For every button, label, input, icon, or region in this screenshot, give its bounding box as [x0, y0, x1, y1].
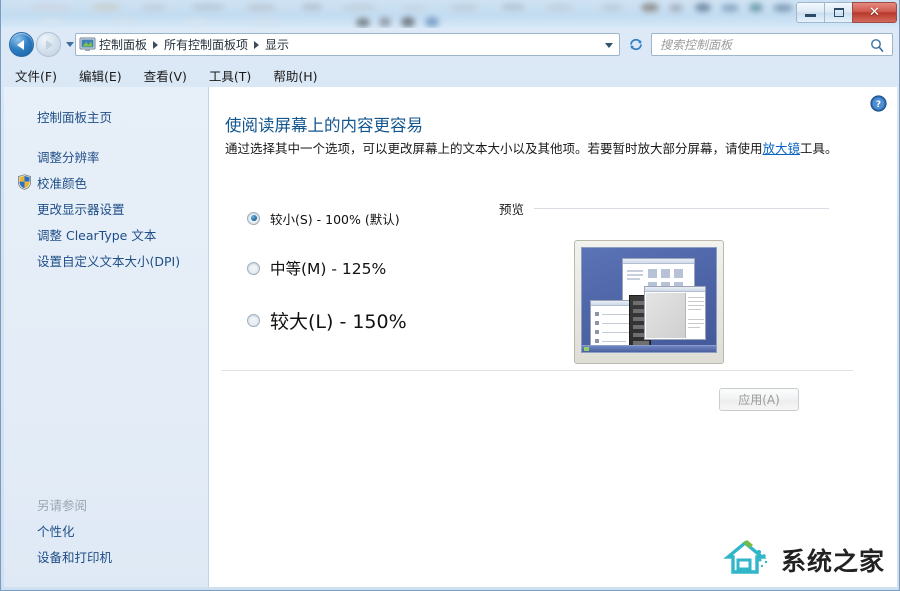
- history-dropdown-icon[interactable]: [66, 42, 74, 47]
- sidebar-see-also: 另请参阅 个性化 设备和打印机: [4, 491, 208, 569]
- search-input[interactable]: 搜索控制面板: [660, 36, 732, 53]
- breadcrumb-item-1[interactable]: 所有控制面板项: [164, 36, 248, 53]
- maximize-icon: [833, 8, 844, 17]
- minimize-icon: [805, 14, 816, 17]
- menu-view[interactable]: 查看(V): [144, 66, 187, 85]
- menu-bar: 文件(F) 编辑(E) 查看(V) 工具(T) 帮助(H): [1, 63, 899, 87]
- sidebar-item-label: 个性化: [37, 523, 75, 539]
- menu-help[interactable]: 帮助(H): [273, 66, 317, 85]
- sidebar: 控制面板主页 调整分辨率 校准颜色 更改显示器设置 调整 ClearType 文…: [4, 87, 209, 587]
- breadcrumb-bar[interactable]: 控制面板 所有控制面板项 显示: [75, 33, 620, 56]
- scaling-option-label: 较小(S) - 100% (默认): [270, 211, 400, 227]
- sidebar-item-home[interactable]: 控制面板主页: [4, 103, 208, 129]
- maximize-button[interactable]: [824, 2, 853, 23]
- sidebar-item-label: 设备和打印机: [37, 549, 113, 565]
- sidebar-top-links: 控制面板主页 调整分辨率 校准颜色 更改显示器设置 调整 ClearType 文…: [4, 87, 208, 273]
- description-text-part2: 工具。: [800, 141, 838, 156]
- preview-monitor: [574, 240, 724, 364]
- scaling-option-label: 中等(M) - 125%: [270, 260, 387, 278]
- sidebar-item-label: 更改显示器设置: [37, 201, 125, 217]
- control-panel-window: ✕ 控制面板 所有控制面板项 显示 搜索控制面板 文件(F) 编辑(E) 查看(…: [0, 0, 900, 591]
- sidebar-item-adjust-cleartype[interactable]: 调整 ClearType 文本: [4, 221, 208, 247]
- preview-start-icon: [584, 347, 589, 351]
- preview-document-body: [646, 293, 686, 338]
- watermark: 系统之家: [723, 538, 885, 582]
- uac-shield-icon: [17, 174, 32, 190]
- search-icon: [870, 38, 885, 57]
- sidebar-item-devices-and-printers[interactable]: 设备和打印机: [4, 543, 208, 569]
- radio-medium-icon[interactable]: [247, 261, 260, 275]
- sidebar-item-calibrate-color[interactable]: 校准颜色: [4, 169, 208, 195]
- refresh-icon: [630, 38, 642, 51]
- preview-label: 预览: [499, 202, 525, 217]
- sidebar-item-label: 设置自定义文本大小(DPI): [37, 253, 181, 269]
- breadcrumb-separator-icon: [254, 40, 260, 49]
- preview-window-document: [644, 286, 706, 340]
- preview-divider: [534, 208, 829, 209]
- page-title: 使阅读屏幕上的内容更容易: [225, 116, 423, 135]
- magnifier-link[interactable]: 放大镜: [763, 141, 801, 156]
- title-bar: ✕: [1, 0, 899, 28]
- breadcrumb-item-0[interactable]: 控制面板: [99, 36, 147, 53]
- sidebar-item-label: 控制面板主页: [37, 109, 113, 125]
- sidebar-item-change-display-settings[interactable]: 更改显示器设置: [4, 195, 208, 221]
- forward-arrow-icon: [46, 39, 53, 50]
- breadcrumb-item-2[interactable]: 显示: [265, 36, 289, 53]
- sidebar-item-label: 调整 ClearType 文本: [37, 227, 157, 243]
- close-icon: ✕: [869, 5, 880, 20]
- svg-text:?: ?: [876, 100, 881, 110]
- scaling-option-medium[interactable]: 中等(M) - 125%: [247, 254, 407, 282]
- close-button[interactable]: ✕: [852, 2, 897, 23]
- sidebar-item-personalization[interactable]: 个性化: [4, 517, 208, 543]
- preview-header: 预览: [499, 199, 829, 218]
- scaling-option-smaller[interactable]: 较小(S) - 100% (默认): [247, 204, 407, 232]
- minimize-button[interactable]: [796, 2, 825, 23]
- preview-desktop: [581, 247, 717, 353]
- sidebar-item-label: 校准颜色: [37, 175, 88, 191]
- breadcrumb-separator-icon: [153, 40, 159, 49]
- apply-button-label: 应用(A): [738, 393, 780, 407]
- window-controls: ✕: [796, 2, 897, 23]
- menu-file[interactable]: 文件(F): [15, 66, 57, 85]
- description-text-part1: 通过选择其中一个选项，可以更改屏幕上的文本大小以及其他项。若要暂时放大部分屏幕，…: [225, 141, 763, 156]
- menu-tools[interactable]: 工具(T): [209, 66, 251, 85]
- sidebar-item-adjust-resolution[interactable]: 调整分辨率: [4, 143, 208, 169]
- see-also-header: 另请参阅: [37, 497, 88, 513]
- preview-window-titlebar: [623, 259, 694, 264]
- refresh-button[interactable]: [626, 35, 646, 54]
- sidebar-item-custom-dpi[interactable]: 设置自定义文本大小(DPI): [4, 247, 208, 273]
- preview-taskbar: [582, 345, 716, 352]
- back-arrow-icon: [17, 39, 24, 50]
- back-button[interactable]: [9, 32, 34, 57]
- watermark-text: 系统之家: [780, 547, 885, 576]
- control-panel-icon: [79, 37, 96, 52]
- preview-window-titlebar: [645, 287, 705, 292]
- scaling-option-label: 较大(L) - 150%: [270, 310, 407, 333]
- sidebar-item-label: 调整分辨率: [37, 149, 100, 165]
- forward-button[interactable]: [36, 32, 61, 57]
- breadcrumb-chevron-down-icon[interactable]: [605, 43, 613, 48]
- help-icon[interactable]: ?: [870, 95, 887, 116]
- page-description: 通过选择其中一个选项，可以更改屏幕上的文本大小以及其他项。若要暂时放大部分屏幕，…: [225, 139, 870, 159]
- section-divider: [221, 370, 853, 371]
- search-box[interactable]: 搜索控制面板: [651, 33, 893, 56]
- menu-edit[interactable]: 编辑(E): [79, 66, 122, 85]
- radio-smaller-icon[interactable]: [247, 211, 260, 225]
- address-bar: 控制面板 所有控制面板项 显示 搜索控制面板: [1, 28, 899, 63]
- scaling-option-larger[interactable]: 较大(L) - 150%: [247, 304, 407, 336]
- navigation-buttons: [9, 32, 74, 57]
- preview-section: 预览: [499, 199, 829, 364]
- content-pane: ? 使阅读屏幕上的内容更容易 通过选择其中一个选项，可以更改屏幕上的文本大小以及…: [209, 87, 897, 587]
- scaling-options-group: 较小(S) - 100% (默认) 中等(M) - 125% 较大(L) - 1…: [247, 204, 407, 336]
- apply-button[interactable]: 应用(A): [719, 388, 799, 411]
- radio-larger-icon[interactable]: [247, 313, 260, 327]
- house-logo-icon: [723, 538, 775, 582]
